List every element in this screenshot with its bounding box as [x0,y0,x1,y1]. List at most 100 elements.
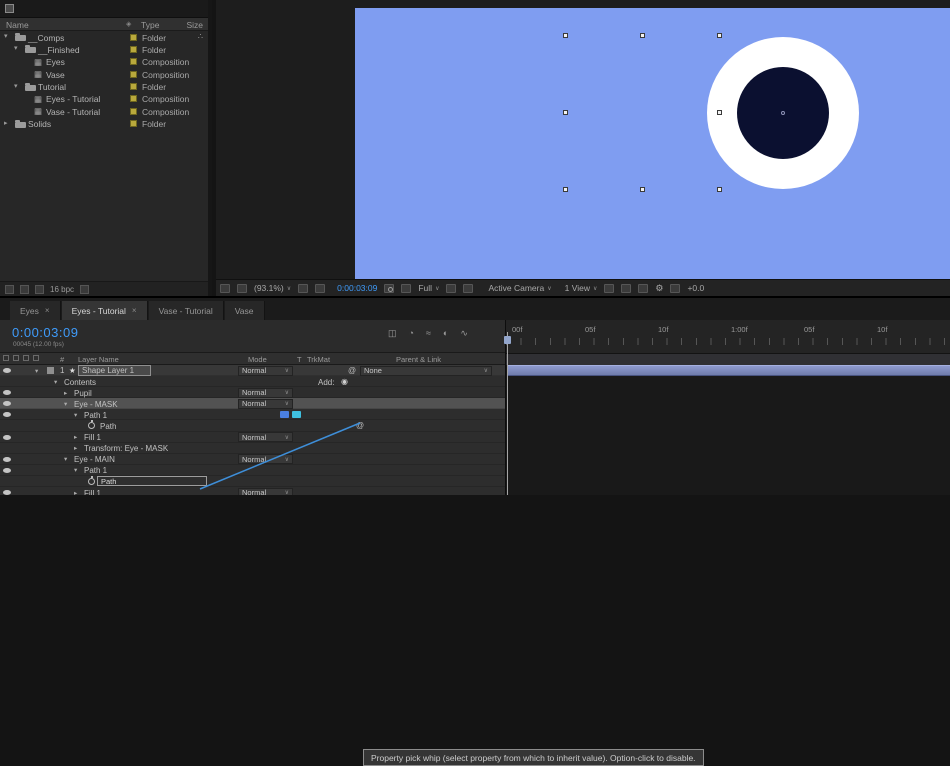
group-name[interactable]: Eye - MAIN [74,455,115,464]
property-row-transform-eye-mask[interactable]: ▸ Transform: Eye - MASK [0,443,505,454]
group-row-fill-1-main[interactable]: ▸ Fill 1 Normal ∨ [0,487,505,495]
group-row-pupil[interactable]: ▸ Pupil Normal ∨ [0,387,505,399]
selection-handle-se[interactable] [717,187,722,192]
layer-color-swatch[interactable] [47,367,54,374]
tab-vase[interactable]: Vase [224,301,265,320]
new-composition-icon[interactable] [35,284,44,294]
mini-flowchart-icon[interactable]: ◫ [388,328,397,339]
pixel-aspect-icon[interactable] [604,283,615,293]
shape-path-switch-icon[interactable] [292,411,301,419]
twirl-closed-icon[interactable]: ▸ [4,119,8,127]
bit-depth-label[interactable]: 16 bpc [50,285,74,294]
group-name[interactable]: Transform: Eye - MASK [84,444,168,453]
timeline-button-icon[interactable] [638,283,649,293]
label-color-swatch[interactable] [130,33,137,41]
column-mode[interactable]: Mode [248,355,267,364]
selection-handle-n[interactable] [640,33,645,38]
twirl-closed-icon[interactable]: ▸ [74,444,77,452]
label-color-swatch[interactable] [130,70,137,78]
blend-mode-dropdown[interactable]: Normal ∨ [238,432,293,443]
graph-editor-icon[interactable]: ∿ [460,328,468,339]
visibility-eye-icon[interactable] [3,456,11,462]
magnification-icon[interactable] [237,283,247,293]
label-color-swatch[interactable] [130,95,137,103]
twirl-closed-icon[interactable]: ▸ [74,489,77,495]
property-link-target-box[interactable]: Path [97,475,207,486]
group-row-path-1-main[interactable]: ▾ Path 1 [0,465,505,476]
current-time-indicator-head[interactable] [504,336,511,344]
exposure-value[interactable]: +0.0 [687,283,704,293]
project-item-solids[interactable]: ▸ Solids Folder [0,118,208,130]
stopwatch-icon[interactable] [88,420,95,430]
property-row-path-main[interactable]: Path [0,475,505,488]
mask-visibility-icon[interactable] [315,283,326,293]
eye-white-shape[interactable] [707,37,859,189]
close-icon[interactable]: × [132,306,137,315]
add-shape-icon[interactable]: ◉ [341,377,348,386]
column-parent-link[interactable]: Parent & Link [396,355,441,364]
grid-guides-icon[interactable] [298,283,309,293]
new-folder-icon[interactable] [20,284,29,294]
project-item-eyes-tutorial[interactable]: ▦ Eyes - Tutorial Composition [0,93,208,105]
project-item-comps[interactable]: ▾ __Comps Folder ∴ [0,31,208,43]
twirl-open-icon[interactable]: ▾ [74,411,77,419]
visibility-eye-icon[interactable] [3,401,11,407]
exposure-icon[interactable] [670,283,681,293]
property-row-path-mask[interactable]: Path @ [0,420,505,432]
view-layout-dropdown[interactable]: 1 View ∨ [565,283,598,293]
current-time-indicator[interactable] [504,332,511,495]
visibility-eye-icon[interactable] [3,368,11,373]
twirl-closed-icon[interactable]: ▸ [64,389,67,397]
column-name[interactable]: Name [6,20,29,30]
parent-link-dropdown[interactable]: None ∨ [360,365,492,376]
twirl-open-icon[interactable]: ▾ [35,367,38,375]
magnification-dropdown[interactable]: (93.1%) ∨ [254,283,291,293]
time-ruler[interactable]: 00f 05f 10f 1:00f 05f 10f [506,320,950,354]
transparency-grid-icon[interactable] [463,283,474,293]
tab-eyes-tutorial[interactable]: Eyes - Tutorial × [61,301,148,320]
property-row-contents[interactable]: ▾ Contents Add: ◉ [0,376,505,388]
column-t[interactable]: T [297,355,302,364]
visibility-eye-icon[interactable] [3,490,11,495]
twirl-open-icon[interactable]: ▾ [14,44,18,52]
twirl-open-icon[interactable]: ▾ [74,466,77,474]
column-size[interactable]: Size [186,20,203,30]
group-name[interactable]: Contents [64,378,96,387]
blend-mode-dropdown[interactable]: Normal ∨ [238,454,293,465]
group-row-fill-1-mask[interactable]: ▸ Fill 1 Normal ∨ [0,432,505,443]
project-item-eyes[interactable]: ▦ Eyes Composition [0,56,208,68]
current-timecode[interactable]: 0:00:03:09 [12,325,78,340]
project-item-vase-tutorial[interactable]: ▦ Vase - Tutorial Composition [0,105,208,117]
group-name[interactable]: Fill 1 [84,433,101,442]
label-column-icon[interactable]: ◈ [126,20,131,28]
resolution-dropdown[interactable]: Full ∨ [418,283,439,293]
frame-blending-icon[interactable]: ≈ [426,328,431,339]
viewer-timecode[interactable]: 0:00:03:09 [337,283,377,293]
delete-trash-icon[interactable] [80,284,90,294]
motion-blur-icon[interactable]: ◐ [443,328,448,339]
layer-duration-bar[interactable] [507,365,950,376]
property-name[interactable]: Path [100,422,116,431]
group-name[interactable]: Eye - MASK [74,400,118,409]
label-color-swatch[interactable] [130,58,137,66]
region-of-interest-icon[interactable] [446,283,457,293]
label-color-swatch[interactable] [130,120,137,128]
layer-row-shape-layer-1[interactable]: ▾ 1 ★ Shape Layer 1 Normal ∨ @ None ∨ [0,365,505,377]
stopwatch-icon[interactable] [88,475,95,485]
visibility-eye-icon[interactable] [3,412,11,418]
property-pick-whip-icon[interactable]: @ [356,421,364,430]
selection-handle-e[interactable] [717,110,722,115]
group-name[interactable]: Path 1 [84,411,107,420]
label-color-swatch[interactable] [130,45,137,53]
visibility-eye-icon[interactable] [3,390,11,396]
parent-pick-whip-icon[interactable]: @ [348,366,356,375]
group-name[interactable]: Fill 1 [84,489,101,495]
gear-icon[interactable]: ⚙ [655,283,663,294]
shy-icon[interactable]: ◔ [409,328,414,339]
visibility-eye-icon[interactable] [3,434,11,440]
selection-handle-s[interactable] [640,187,645,192]
group-row-eye-mask[interactable]: ▾ Eye - MASK Normal ∨ [0,398,505,410]
selection-handle-ne[interactable] [717,33,722,38]
blend-mode-dropdown[interactable]: Normal ∨ [238,398,293,409]
twirl-open-icon[interactable]: ▾ [54,378,57,386]
